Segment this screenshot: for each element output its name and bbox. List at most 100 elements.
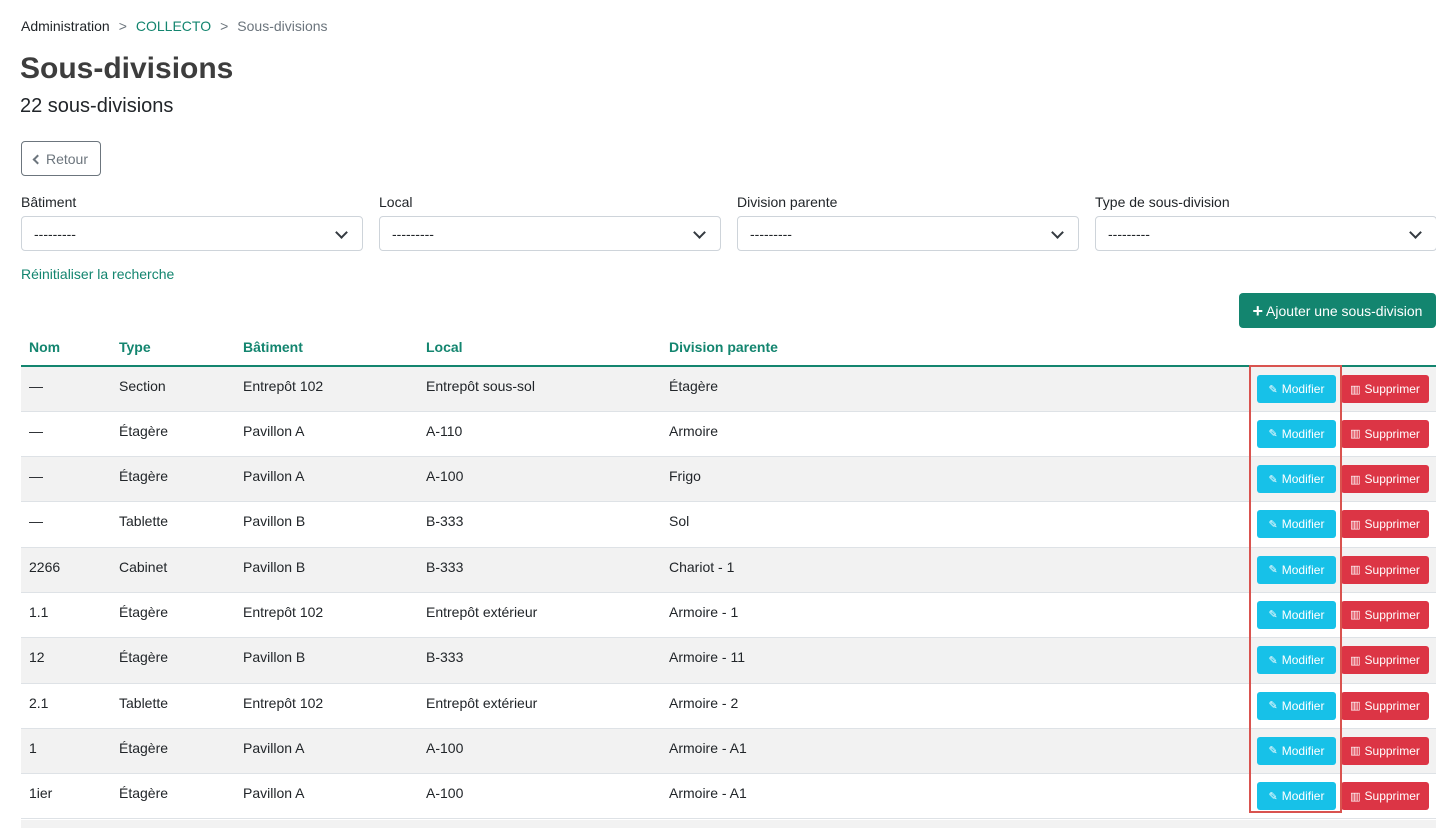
cell-batiment: Pavillon A [243, 422, 305, 439]
modifier-button[interactable]: ✎ Modifier [1257, 691, 1336, 720]
supprimer-button[interactable]: ▥ Supprimer [1341, 600, 1429, 629]
supprimer-button[interactable]: ▥ Supprimer [1341, 646, 1429, 675]
cell-division-parente: Armoire [669, 422, 719, 439]
row-actions: ✎ Modifier ▥ Supprimer [1051, 510, 1436, 539]
modifier-button[interactable]: ✎ Modifier [1257, 782, 1336, 811]
breadcrumb-administration[interactable]: Administration [21, 18, 110, 34]
supprimer-label: Supprimer [1364, 607, 1420, 622]
row-actions: ✎ Modifier ▥ Supprimer [1051, 736, 1436, 765]
modifier-label: Modifier [1281, 607, 1325, 622]
header-nom[interactable]: Nom [21, 328, 111, 367]
cell-actions: ✎ Modifier ▥ Supprimer [1051, 638, 1436, 683]
trash-icon: ▥ [1350, 383, 1361, 396]
cell-actions: ✎ Modifier ▥ Supprimer [1051, 457, 1436, 502]
cell-actions: ✎ Modifier ▥ Supprimer [1051, 774, 1436, 819]
cell-type: Cabinet [119, 558, 168, 575]
supprimer-button[interactable]: ▥ Supprimer [1341, 465, 1429, 494]
batiment-select[interactable]: --------- [21, 216, 363, 251]
cell-batiment: Pavillon A [243, 739, 305, 756]
supprimer-button[interactable]: ▥ Supprimer [1341, 782, 1429, 811]
modifier-label: Modifier [1281, 562, 1325, 577]
cell-type: Étagère [119, 603, 169, 620]
local-select[interactable]: --------- [379, 216, 721, 251]
cell-local: B-333 [426, 513, 464, 530]
filter-division-parente: Division parente --------- [737, 194, 1079, 251]
breadcrumb-separator: > [118, 18, 127, 34]
cell-division-parente: Frigo [669, 468, 701, 485]
cell-local: A-100 [426, 468, 464, 485]
edit-icon: ✎ [1268, 518, 1278, 531]
back-button[interactable]: Retour [21, 141, 101, 176]
cell-batiment: Pavillon B [243, 558, 306, 575]
select-value: --------- [1108, 225, 1150, 242]
select-value: --------- [34, 225, 76, 242]
supprimer-button[interactable]: ▥ Supprimer [1341, 736, 1429, 765]
cell-type: Section [119, 378, 166, 394]
modifier-button[interactable]: ✎ Modifier [1257, 555, 1336, 584]
division-parente-select[interactable]: --------- [737, 216, 1079, 251]
reset-search-link[interactable]: Réinitialiser la recherche [21, 266, 174, 282]
filter-label: Local [379, 194, 413, 210]
supprimer-label: Supprimer [1364, 698, 1420, 713]
modifier-label: Modifier [1281, 382, 1325, 396]
filter-batiment: Bâtiment --------- [21, 194, 363, 251]
cell-batiment: Entrepôt 102 [243, 694, 324, 711]
row-actions: ✎ Modifier ▥ Supprimer [1051, 600, 1436, 629]
type-select[interactable]: --------- [1095, 216, 1436, 251]
modifier-button[interactable]: ✎ Modifier [1257, 419, 1336, 448]
trash-icon: ▥ [1350, 428, 1361, 441]
cell-batiment: Pavillon A [243, 785, 305, 802]
cell-local: Entrepôt extérieur [426, 694, 538, 711]
supprimer-button[interactable]: ▥ Supprimer [1341, 375, 1429, 403]
modifier-label: Modifier [1281, 472, 1325, 487]
cell-nom: 2.1 [29, 694, 49, 711]
header-division-parente[interactable]: Division parente [661, 328, 1051, 367]
cell-type: Étagère [119, 739, 169, 756]
cell-division-parente: Armoire - 1 [669, 603, 739, 620]
modifier-button[interactable]: ✎ Modifier [1257, 375, 1336, 403]
cell-actions: ✎ Modifier ▥ Supprimer [1051, 728, 1436, 773]
cell-batiment: Pavillon B [243, 513, 306, 530]
modifier-button[interactable]: ✎ Modifier [1257, 646, 1336, 675]
add-subdivision-button[interactable]: + Ajouter une sous-division [1239, 293, 1436, 328]
row-actions: ✎ Modifier ▥ Supprimer [1051, 375, 1436, 403]
table-row: 1.1 Étagère Entrepôt 102 Entrepôt extérieur… [21, 592, 1436, 638]
modifier-button[interactable]: ✎ Modifier [1257, 510, 1336, 539]
filter-local: Local --------- [379, 194, 721, 251]
supprimer-button[interactable]: ▥ Supprimer [1341, 510, 1429, 539]
trash-icon: ▥ [1350, 700, 1361, 713]
header-local[interactable]: Local [418, 328, 661, 367]
cell-actions: ✎ Modifier ▥ Supprimer [1051, 502, 1436, 547]
table-row: — Tablette Pavillon B B-333 Sol ✎ Modifier ▥ Sup… [21, 502, 1436, 548]
header-batiment[interactable]: Bâtiment [235, 328, 418, 367]
modifier-button[interactable]: ✎ Modifier [1257, 736, 1336, 765]
supprimer-label: Supprimer [1364, 472, 1420, 487]
filter-label: Bâtiment [21, 194, 77, 210]
modifier-button[interactable]: ✎ Modifier [1257, 600, 1336, 629]
trash-icon: ▥ [1350, 609, 1361, 622]
header-type[interactable]: Type [111, 328, 235, 367]
cell-type: Tablette [119, 513, 169, 530]
supprimer-button[interactable]: ▥ Supprimer [1341, 419, 1429, 448]
modifier-button[interactable]: ✎ Modifier [1257, 465, 1336, 494]
supprimer-button[interactable]: ▥ Supprimer [1341, 691, 1429, 720]
breadcrumb: Administration > COLLECTO > Sous-divisio… [21, 18, 328, 34]
breadcrumb-collecto[interactable]: COLLECTO [136, 18, 211, 34]
table-row: — Étagère Pavillon A A-100 Frigo ✎ Modifier ▥ Su… [21, 456, 1436, 502]
edit-icon: ✎ [1268, 790, 1278, 803]
edit-icon: ✎ [1268, 383, 1278, 396]
table-row-partial [21, 820, 1436, 828]
supprimer-label: Supprimer [1364, 382, 1420, 396]
table-row: — Section Entrepôt 102 Entrepôt sous-sol Éta… [21, 366, 1436, 412]
cell-type: Tablette [119, 694, 169, 711]
table-row: 2266 Cabinet Pavillon B B-333 Chariot - 1 ✎ Mo… [21, 547, 1436, 593]
supprimer-label: Supprimer [1364, 562, 1420, 577]
table-row: 1ier Étagère Pavillon A A-100 Armoire - A1 ✎ M… [21, 774, 1436, 819]
breadcrumb-separator: > [220, 18, 229, 34]
filter-type: Type de sous-division --------- [1095, 194, 1436, 251]
table-row: 2.1 Tablette Entrepôt 102 Entrepôt extérieu… [21, 683, 1436, 729]
supprimer-button[interactable]: ▥ Supprimer [1341, 555, 1429, 584]
cell-type: Étagère [119, 649, 169, 666]
row-actions: ✎ Modifier ▥ Supprimer [1051, 465, 1436, 494]
chevron-down-icon [335, 226, 348, 239]
